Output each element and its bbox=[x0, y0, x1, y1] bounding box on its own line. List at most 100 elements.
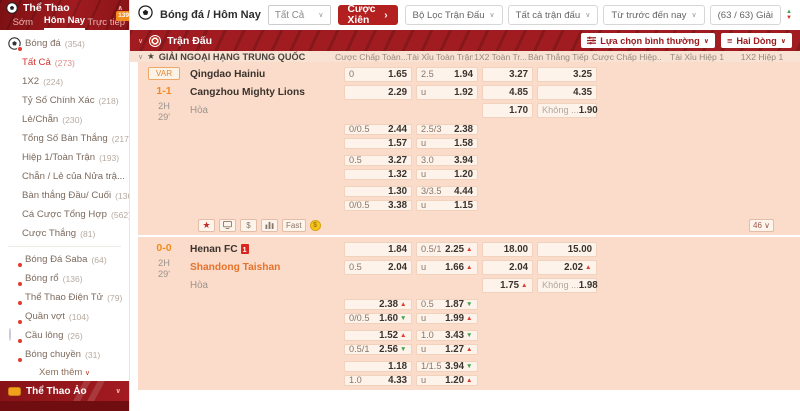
sportsbook-screen: Thể Thao ∧ Sớm Hôm Nay Trực tiếp139 Bóng… bbox=[0, 0, 800, 411]
odds-hdp-home[interactable]: 1.52▲ bbox=[344, 330, 412, 341]
odds-1x2-home[interactable]: 3.27 bbox=[482, 67, 533, 82]
odds-hdp-away[interactable]: 1.04.33 bbox=[344, 375, 412, 386]
odds-ou-over[interactable]: 2.51.94 bbox=[416, 67, 478, 82]
odds-nextgoal-second[interactable]: 2.02▲ bbox=[537, 260, 597, 275]
odds-hdp-away[interactable]: 0.5/12.56▼ bbox=[344, 344, 412, 355]
league-count-indicator[interactable]: (63 / 63) Giải bbox=[710, 5, 781, 25]
odds-ou-under[interactable]: u1.20 bbox=[416, 169, 478, 180]
odds-nextgoal-none[interactable]: Không ...1.90 bbox=[537, 103, 597, 118]
away-team-name: Shandong Taishan bbox=[190, 258, 343, 276]
match-section-title-row[interactable]: ∨ Trận Đấu bbox=[138, 35, 212, 47]
sidebar-item-the-thao-dien-tu[interactable]: Thể Thao Điện Tử(79) bbox=[0, 288, 129, 307]
live-stream-button[interactable] bbox=[219, 219, 236, 232]
time-range-dropdown[interactable]: Từ trước đến nay∨ bbox=[603, 5, 704, 25]
sidebar-item-cuoc-thang[interactable]: Cược Thắng(81) bbox=[0, 224, 129, 243]
trend-icon: ▼ bbox=[466, 332, 473, 339]
all-matches-dropdown[interactable]: Tất cả trận đấu∨ bbox=[508, 5, 599, 25]
parlay-button[interactable]: Cược Xiên › bbox=[338, 5, 398, 25]
home-team-name: Qingdao Hainiu bbox=[190, 65, 343, 83]
sidebar-item-chan-le-nua-tran[interactable]: Chẵn / Lẻ của Nửa trậ...(180) bbox=[0, 167, 129, 186]
sidebar-title-row[interactable]: Thể Thao ∧ bbox=[0, 0, 129, 14]
sidebar-item-ty-so-chinh-xac[interactable]: Tỷ Số Chính Xác(218) bbox=[0, 91, 129, 110]
match-filter-dropdown[interactable]: Bộ Lọc Trận Đấu∨ bbox=[405, 5, 503, 25]
trend-icon: ▲ bbox=[400, 301, 407, 308]
odds-ou-under[interactable]: u1.27▲ bbox=[416, 344, 478, 355]
tab-som[interactable]: Sớm bbox=[2, 17, 44, 30]
odds-1x2-draw[interactable]: 1.70 bbox=[482, 103, 533, 118]
sidebar-item-bong-chuyen[interactable]: Bóng chuyền(31) bbox=[0, 345, 129, 364]
odds-ou-under[interactable]: u1.15 bbox=[416, 200, 478, 211]
row-display-dropdown[interactable]: ≡ Hai Dòng ∨ bbox=[721, 33, 792, 48]
league-name-row[interactable]: ∨ ★ GIẢI NGOẠI HẠNG TRUNG QUỐC bbox=[138, 51, 335, 62]
live-clock-icon bbox=[17, 46, 23, 52]
odds-ou-under[interactable]: u1.92 bbox=[416, 85, 478, 100]
odds-ou-under[interactable]: u1.66▲ bbox=[416, 260, 478, 275]
sidebar-tabs: Sớm Hôm Nay Trực tiếp139 bbox=[0, 14, 129, 30]
odds-table: VAR 1-1 2H 29' Qingdao Hainiu 01.65 2.51… bbox=[130, 62, 800, 390]
sort-icon[interactable]: ▲▼ bbox=[786, 9, 792, 21]
tab-hom-nay[interactable]: Hôm Nay bbox=[44, 15, 86, 30]
away-team-name: Cangzhou Mighty Lions bbox=[190, 83, 343, 101]
odds-ou-under[interactable]: u1.20▲ bbox=[416, 375, 478, 386]
odds-nextgoal-none[interactable]: Không ...1.98 bbox=[537, 278, 597, 293]
odds-hdp-home[interactable]: 0.53.27 bbox=[344, 155, 412, 166]
odds-ou-under[interactable]: u1.58 bbox=[416, 138, 478, 149]
odds-1x2-home[interactable]: 18.00 bbox=[482, 242, 533, 257]
odds-ou-over[interactable]: 2.5/32.38 bbox=[416, 124, 478, 135]
sidebar-item-bong-da[interactable]: Bóng đá (354) bbox=[0, 34, 129, 53]
favorite-star-icon[interactable]: ★ bbox=[147, 51, 155, 62]
show-more-button[interactable]: Xem thêm ∨ bbox=[0, 364, 129, 381]
odds-hdp-away[interactable]: 0/0.53.38 bbox=[344, 200, 412, 211]
cashout-button[interactable]: $ bbox=[240, 219, 257, 232]
odds-ou-over[interactable]: 0.51.87▼ bbox=[416, 299, 478, 310]
sidebar-item-the-thao-ao[interactable]: Thể Thao Ảo ∨ bbox=[0, 381, 129, 401]
odds-ou-over[interactable]: 3.03.94 bbox=[416, 155, 478, 166]
odds-nextgoal-first[interactable]: 15.00 bbox=[537, 242, 597, 257]
sidebar-item-cau-long[interactable]: Cầu lông(26) bbox=[0, 326, 129, 345]
odds-nextgoal-first[interactable]: 3.25 bbox=[537, 67, 597, 82]
odds-hdp-home[interactable]: 01.65 bbox=[344, 67, 412, 82]
odds-hdp-home[interactable]: 2.38▲ bbox=[344, 299, 412, 310]
odds-ou-over[interactable]: 3/3.54.44 bbox=[416, 186, 478, 197]
odds-nextgoal-second[interactable]: 4.35 bbox=[537, 85, 597, 100]
fast-market-button[interactable]: Fast bbox=[282, 219, 306, 232]
sidebar-item-tong-so-ban-thang[interactable]: Tổng Số Bàn Thắng(217) bbox=[0, 129, 129, 148]
sidebar-item-ban-thang-dau-cuoi[interactable]: Bàn thắng Đầu/ Cuối(136) bbox=[0, 186, 129, 205]
odds-ou-over[interactable]: 0.5/12.25▲ bbox=[416, 242, 478, 257]
more-markets-dropdown[interactable]: 46 ∨ bbox=[749, 219, 774, 232]
odds-1x2-draw[interactable]: 1.75▲ bbox=[482, 278, 533, 293]
odds-hdp-home[interactable]: 1.30 bbox=[344, 186, 412, 197]
odds-1x2-away[interactable]: 4.85 bbox=[482, 85, 533, 100]
favorite-star-button[interactable]: ★ bbox=[198, 219, 215, 232]
sidebar-item-le-chan[interactable]: Lẻ/Chẵn(230) bbox=[0, 110, 129, 129]
odds-ou-under[interactable]: u1.99▲ bbox=[416, 313, 478, 324]
chevron-down-icon: ∨ bbox=[318, 11, 323, 19]
sidebar-item-bong-da-saba[interactable]: Bóng Đá Saba(64) bbox=[0, 250, 129, 269]
tab-truc-tiep[interactable]: Trực tiếp139 bbox=[85, 17, 127, 30]
odds-hdp-away[interactable]: 1.32 bbox=[344, 169, 412, 180]
odds-1x2-away[interactable]: 2.04 bbox=[482, 260, 533, 275]
odds-hdp-away[interactable]: 1.57 bbox=[344, 138, 412, 149]
odds-hdp-home[interactable]: 1.18 bbox=[344, 361, 412, 372]
tennis-icon bbox=[8, 310, 21, 323]
stats-button[interactable] bbox=[261, 219, 278, 232]
match-info: 0-0 2H 29' bbox=[138, 242, 190, 279]
odds-hdp-home[interactable]: 0/0.52.44 bbox=[344, 124, 412, 135]
odds-hdp-away[interactable]: 2.29 bbox=[344, 85, 412, 100]
trend-icon: ▼ bbox=[400, 315, 407, 322]
league-filter-select[interactable]: Tất Cả ∨ bbox=[268, 5, 331, 25]
sidebar-item-ca-cuoc-tong-hop[interactable]: Cá Cược Tổng Hợp(562) bbox=[0, 205, 129, 224]
odds-ou-over[interactable]: 1.03.43▼ bbox=[416, 330, 478, 341]
odds-hdp-home[interactable]: 1.84 bbox=[344, 242, 412, 257]
sidebar-item-1x2[interactable]: 1X2(224) bbox=[0, 72, 129, 91]
sidebar-item-bong-ro[interactable]: Bóng rổ(136) bbox=[0, 269, 129, 288]
coin-icon[interactable]: $ bbox=[310, 220, 321, 231]
odds-hdp-away[interactable]: 0.52.04 bbox=[344, 260, 412, 275]
odds-hdp-away[interactable]: 0/0.51.60▼ bbox=[344, 313, 412, 324]
sidebar-item-hiep1-toan-tran[interactable]: Hiệp 1/Toàn Trận(193) bbox=[0, 148, 129, 167]
selection-mode-dropdown[interactable]: Lựa chọn bình thường ∨ bbox=[581, 33, 715, 48]
odds-ou-over[interactable]: 1/1.53.94▼ bbox=[416, 361, 478, 372]
bar-chart-icon bbox=[265, 221, 274, 229]
sidebar-item-tat-ca[interactable]: Tất Cả(273) bbox=[0, 53, 129, 72]
sidebar-item-quan-vot[interactable]: Quần vợt(104) bbox=[0, 307, 129, 326]
